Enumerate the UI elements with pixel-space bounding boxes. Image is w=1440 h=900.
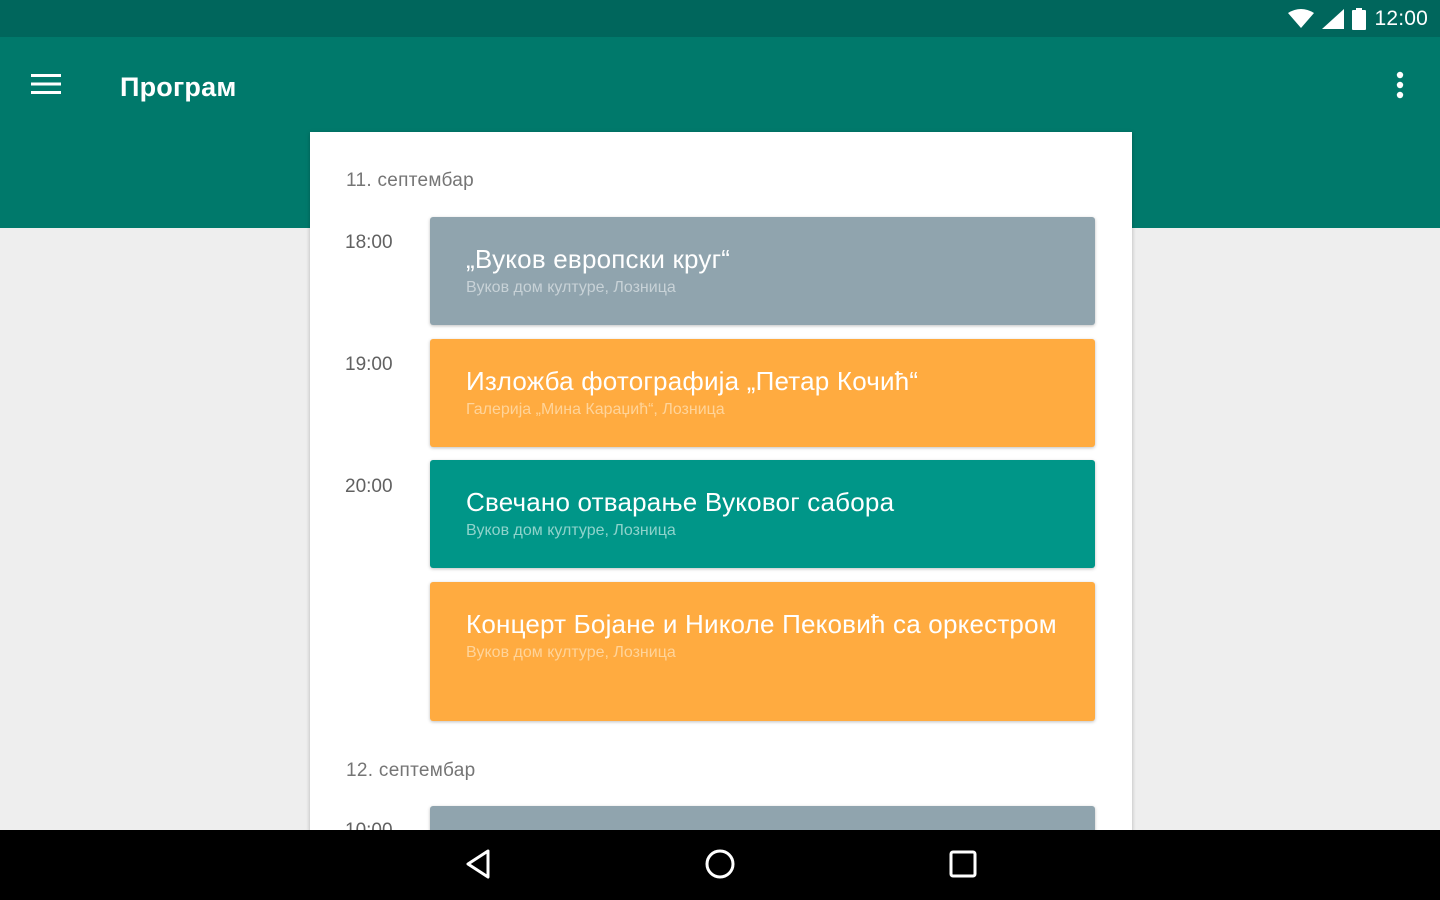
overflow-menu-button[interactable] bbox=[1380, 65, 1420, 109]
wifi-icon bbox=[1288, 8, 1315, 29]
event-title: Свечано отварање Вуковог сабора bbox=[466, 487, 895, 517]
event-card[interactable] bbox=[430, 806, 1095, 832]
event-title: Концерт Бојане и Николе Пековић са оркес… bbox=[466, 609, 1057, 639]
status-bar: 12:00 bbox=[0, 0, 1440, 37]
date-header: 12. септембар bbox=[346, 760, 476, 781]
back-button[interactable] bbox=[448, 842, 508, 890]
event-card[interactable]: Свечано отварање Вуковог сабора Вуков до… bbox=[430, 460, 1095, 568]
event-venue: Вуков дом културе, Лозница bbox=[466, 522, 676, 539]
back-icon bbox=[465, 849, 491, 884]
time-label: 19:00 bbox=[345, 354, 393, 375]
event-title: „Вуков европски круг“ bbox=[466, 244, 731, 274]
status-icons: 12:00 bbox=[1288, 0, 1428, 37]
home-icon bbox=[704, 848, 736, 885]
event-venue: Вуков дом културе, Лозница bbox=[466, 644, 676, 661]
status-time: 12:00 bbox=[1374, 6, 1428, 30]
home-button[interactable] bbox=[690, 842, 750, 890]
recents-button[interactable] bbox=[933, 842, 993, 890]
battery-icon bbox=[1352, 7, 1367, 30]
recents-icon bbox=[949, 850, 977, 883]
date-header: 11. септембар bbox=[346, 170, 475, 191]
event-card[interactable]: „Вуков европски круг“ Вуков дом културе,… bbox=[430, 217, 1095, 325]
program-card: 11. септембар 18:00 „Вуков европски круг… bbox=[310, 132, 1132, 832]
time-label: 20:00 bbox=[345, 476, 393, 497]
more-vert-icon bbox=[1396, 71, 1404, 104]
hamburger-menu-icon bbox=[31, 73, 61, 100]
event-title: Изложба фотографија „Петар Кочић“ bbox=[466, 366, 919, 396]
event-venue: Вуков дом културе, Лозница bbox=[466, 279, 676, 296]
page-title: Програм bbox=[120, 72, 237, 102]
cellular-signal-icon bbox=[1322, 8, 1345, 29]
event-venue: Галерија „Мина Караџић“, Лозница bbox=[466, 401, 725, 418]
time-label: 18:00 bbox=[345, 232, 393, 253]
event-card[interactable]: Концерт Бојане и Николе Пековић са оркес… bbox=[430, 582, 1095, 721]
event-card[interactable]: Изложба фотографија „Петар Кочић“ Галери… bbox=[430, 339, 1095, 447]
menu-button[interactable] bbox=[22, 66, 70, 106]
navigation-bar bbox=[0, 830, 1440, 900]
